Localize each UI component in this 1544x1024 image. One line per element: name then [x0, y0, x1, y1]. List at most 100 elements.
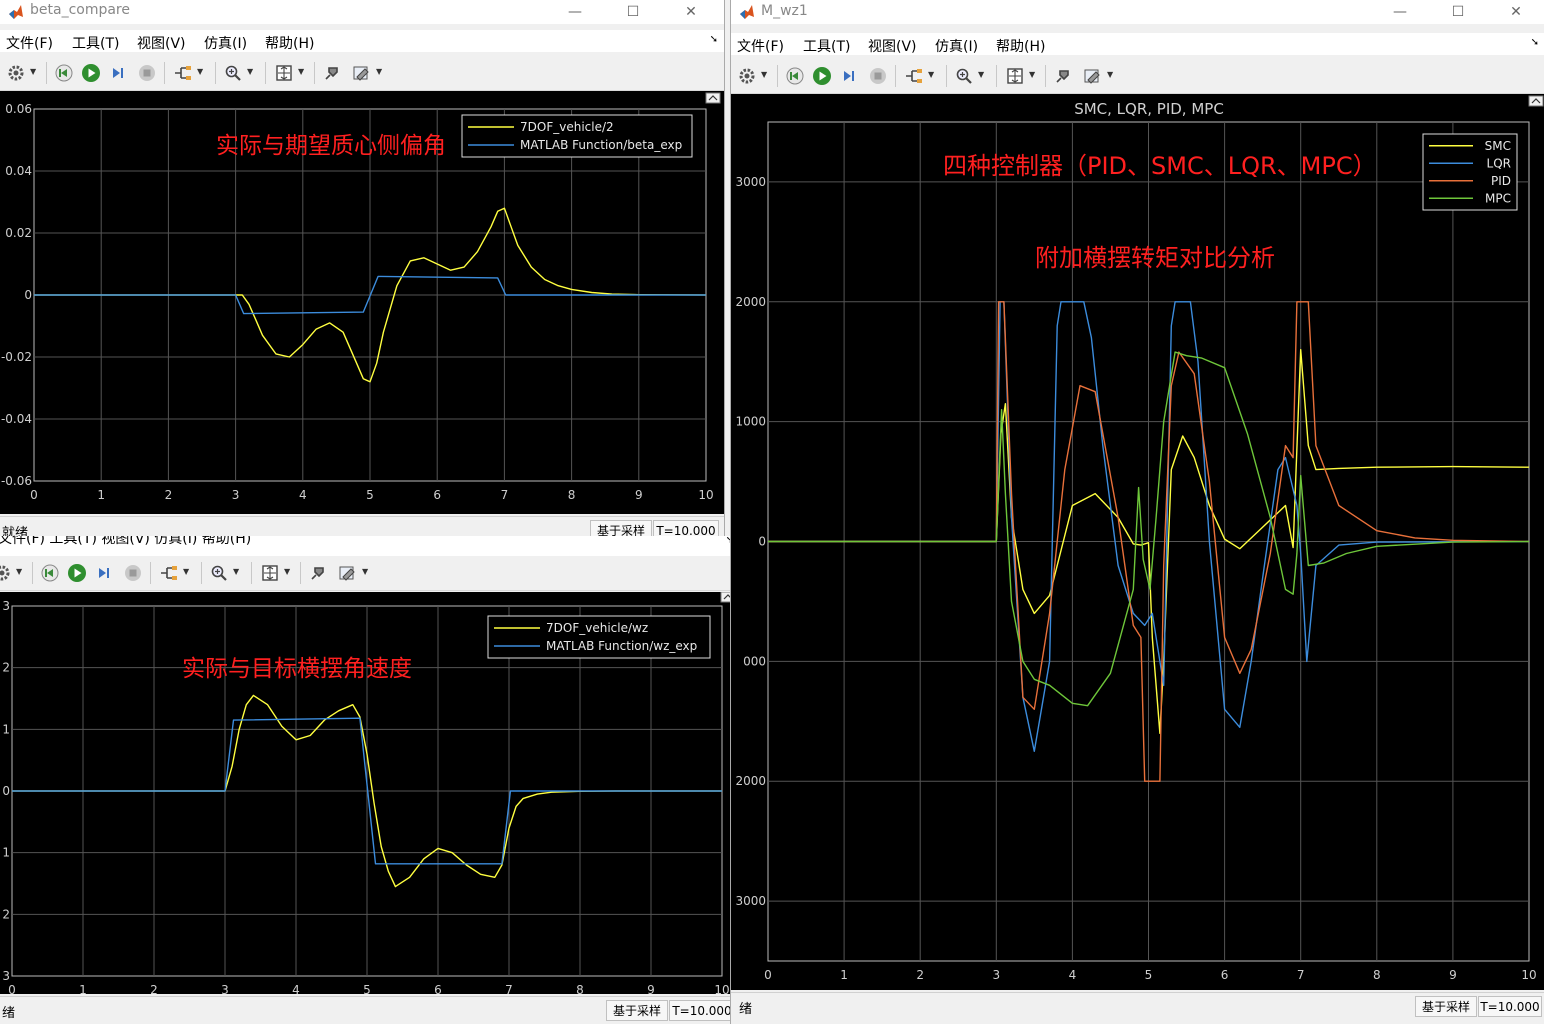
chevron-down-icon[interactable]: ▼ [1107, 70, 1113, 79]
legend-entry: SMC [1485, 139, 1511, 153]
signal-select-button[interactable] [173, 63, 193, 83]
x-tick-label: 9 [1449, 968, 1457, 982]
highlight-button[interactable] [1053, 66, 1073, 86]
style-button[interactable] [1083, 66, 1103, 86]
menu-file[interactable]: 文件(F) [6, 33, 53, 53]
step-back-button[interactable] [54, 63, 74, 83]
stop-button[interactable] [868, 66, 888, 86]
step-back-button[interactable] [785, 66, 805, 86]
chevron-down-icon[interactable]: ▼ [30, 67, 36, 76]
menu-view[interactable]: 视图(V) [137, 33, 186, 53]
highlight-button[interactable] [308, 563, 328, 583]
y-tick-label: 1000 [735, 415, 766, 429]
y-tick-label: 3 [2, 969, 10, 983]
signal-select-button[interactable] [904, 66, 924, 86]
menu-partial[interactable]: 文件(F) 工具(T) 视图(V) 仿真(I) 帮助(H) [0, 536, 251, 548]
chevron-down-icon[interactable]: ▼ [928, 70, 934, 79]
expand-icon[interactable] [705, 92, 721, 104]
close-button[interactable]: ✕ [668, 0, 714, 24]
toolbar-separator [895, 65, 896, 87]
chevron-down-icon[interactable]: ▼ [298, 67, 304, 76]
chevron-down-icon[interactable]: ▼ [197, 67, 203, 76]
highlight-button[interactable] [322, 63, 342, 83]
chevron-down-icon[interactable]: ▼ [978, 70, 984, 79]
menu-tools[interactable]: 工具(T) [72, 33, 119, 53]
chevron-down-icon[interactable]: ▼ [1029, 70, 1035, 79]
zoom-button[interactable] [209, 563, 229, 583]
title-bar: beta_compare — ☐ ✕ [0, 0, 724, 24]
menu-view[interactable]: 视图(V) [868, 36, 917, 56]
expand-icon[interactable] [1528, 95, 1544, 107]
zoom-button[interactable] [223, 63, 243, 83]
fit-to-view-button[interactable] [274, 63, 294, 83]
minimize-button[interactable]: — [1377, 0, 1423, 24]
chevron-down-icon[interactable]: ▼ [16, 567, 22, 576]
toolbar: ▼ ▼ ▼ ▼ ▼ [0, 56, 724, 91]
chevron-down-icon[interactable]: ▼ [284, 567, 290, 576]
chevron-down-icon[interactable]: ▼ [183, 567, 189, 576]
signal-select-button[interactable] [159, 563, 179, 583]
stop-button[interactable] [137, 63, 157, 83]
annotation-controllers: 四种控制器（PID、SMC、LQR、MPC） [943, 152, 1377, 180]
x-tick-label: 3 [221, 983, 229, 994]
menu-overflow-icon[interactable]: ➘ [1531, 37, 1539, 48]
x-tick-label: 9 [647, 983, 655, 994]
chevron-down-icon[interactable]: ▼ [247, 67, 253, 76]
menu-help[interactable]: 帮助(H) [265, 33, 314, 53]
legend-entry: LQR [1487, 156, 1511, 170]
wz-compare-window: 文件(F) 工具(T) 视图(V) 仿真(I) 帮助(H) ➘ ▼ ▼ ▼ ▼ ▼ 0 1… [0, 536, 741, 1024]
toolbar-separator [946, 65, 947, 87]
step-back-button[interactable] [40, 563, 60, 583]
close-button[interactable]: ✕ [1493, 0, 1539, 24]
x-tick-label: 7 [505, 983, 513, 994]
menu-overflow-icon[interactable]: ➘ [710, 34, 718, 45]
style-button[interactable] [338, 563, 358, 583]
menu-bar: 文件(F) 工具(T) 视图(V) 仿真(I) 帮助(H) ➘ [0, 30, 724, 52]
x-tick-label: 6 [1221, 968, 1229, 982]
style-icon [1083, 67, 1103, 85]
fit-to-view-icon [261, 564, 279, 582]
step-forward-button[interactable] [840, 66, 860, 86]
step-back-icon [786, 67, 804, 85]
plot-area: 0 1 2 3 4 5 6 7 8 9 10 0.06 0.04 0.02 0 -0.02 -0.04 -0.06… [0, 91, 724, 514]
fit-to-view-button[interactable] [260, 563, 280, 583]
run-button[interactable] [67, 563, 87, 583]
plot-area: 0 1 2 3 4 5 6 7 8 9 10 3000 2000 1000 0 000 2000 3000 SMC L… [731, 94, 1544, 990]
signal-select-icon [173, 64, 193, 82]
x-tick-label: 6 [434, 983, 442, 994]
style-button[interactable] [352, 63, 372, 83]
settings-button[interactable] [6, 63, 26, 83]
chevron-down-icon[interactable]: ▼ [362, 567, 368, 576]
legend-entry: 7DOF_vehicle/wz [546, 621, 648, 635]
maximize-button[interactable]: ☐ [610, 0, 656, 24]
chevron-down-icon[interactable]: ▼ [233, 567, 239, 576]
menu-simulation[interactable]: 仿真(I) [204, 33, 247, 53]
run-button[interactable] [81, 63, 101, 83]
x-tick-label: 5 [363, 983, 371, 994]
chevron-down-icon[interactable]: ▼ [761, 70, 767, 79]
settings-button[interactable] [0, 563, 12, 583]
menu-file[interactable]: 文件(F) [737, 36, 784, 56]
window-title: M_wz1 [761, 3, 808, 19]
x-tick-label: 10 [714, 983, 729, 994]
zoom-button[interactable] [954, 66, 974, 86]
step-forward-button[interactable] [95, 563, 115, 583]
x-tick-label: 3 [992, 968, 1000, 982]
menu-help[interactable]: 帮助(H) [996, 36, 1045, 56]
run-button[interactable] [812, 66, 832, 86]
x-tick-label: 7 [1297, 968, 1305, 982]
maximize-button[interactable]: ☐ [1435, 0, 1481, 24]
minimize-button[interactable]: — [552, 0, 598, 24]
stop-button[interactable] [123, 563, 143, 583]
annotation-wz: 实际与目标横摆角速度 [182, 656, 412, 682]
menu-tools[interactable]: 工具(T) [803, 36, 850, 56]
step-forward-button[interactable] [109, 63, 129, 83]
y-tick-label: 1 [2, 722, 10, 736]
x-tick-label: 0 [30, 488, 38, 502]
settings-button[interactable] [737, 66, 757, 86]
chart-title: SMC, LQR, PID, MPC [1074, 100, 1224, 118]
menu-simulation[interactable]: 仿真(I) [935, 36, 978, 56]
chevron-down-icon[interactable]: ▼ [376, 67, 382, 76]
fit-to-view-button[interactable] [1005, 66, 1025, 86]
step-forward-icon [110, 64, 128, 82]
